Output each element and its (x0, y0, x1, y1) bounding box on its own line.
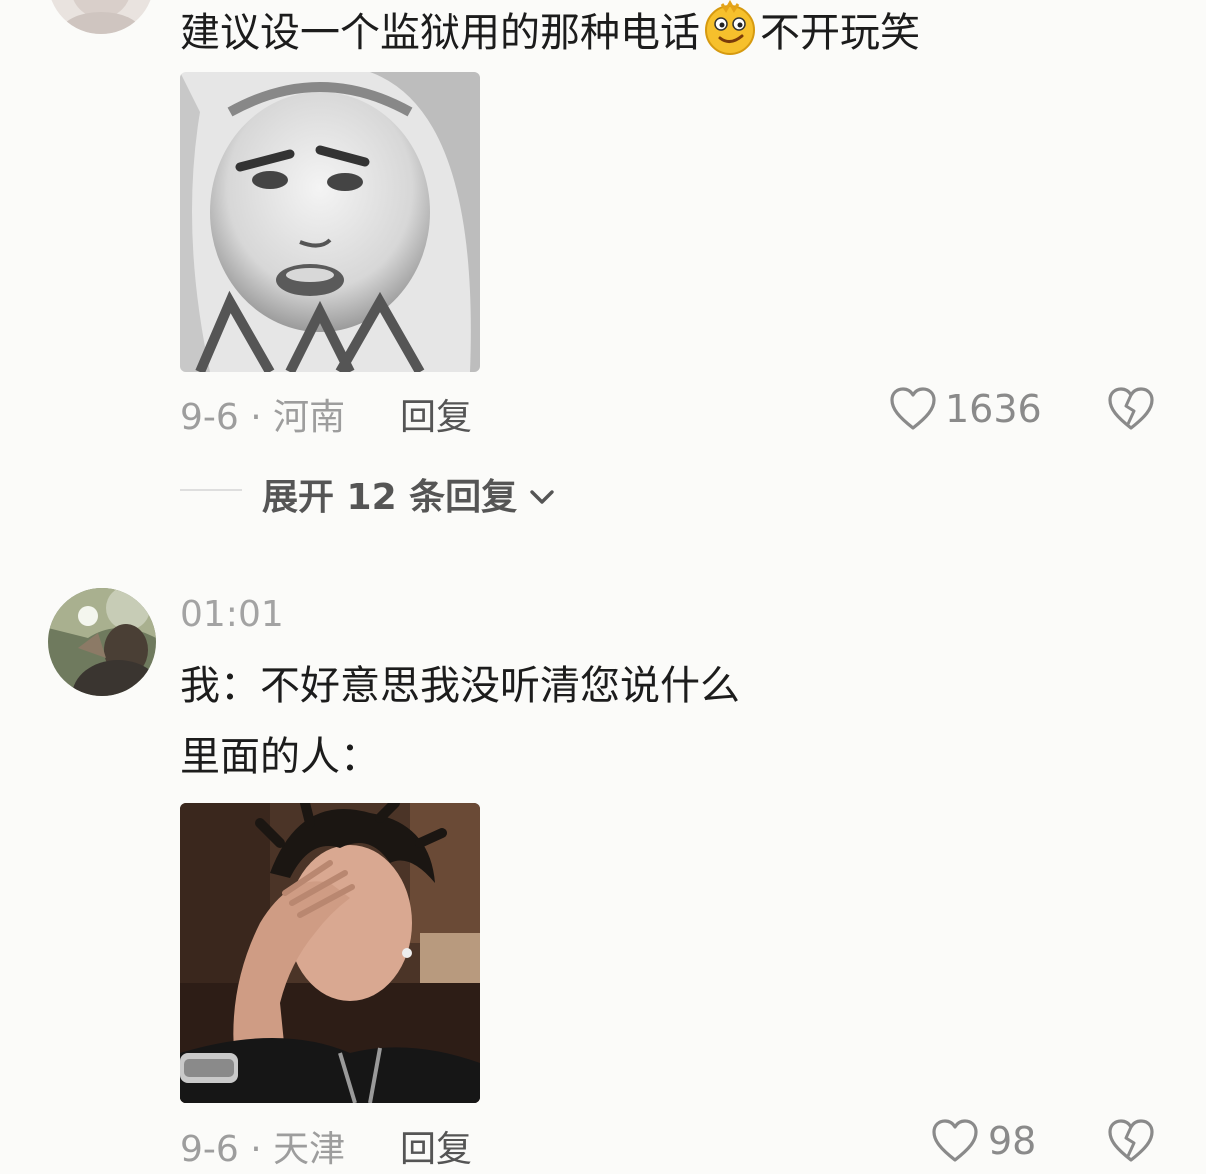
chevron-down-icon (529, 487, 555, 507)
smirk-emoji-icon (700, 0, 760, 56)
comment-text: 建议设一个监狱用的那种电话 不开玩笑 (180, 0, 920, 57)
avatar[interactable] (48, 0, 154, 34)
heart-icon[interactable] (889, 386, 937, 432)
reply-button[interactable]: 回复 (400, 1120, 472, 1172)
comment-meta: 9-6 · 天津 (180, 1129, 346, 1170)
avatar[interactable] (48, 588, 156, 696)
reply-button[interactable]: 回复 (400, 388, 472, 440)
sticker-image[interactable] (180, 72, 480, 372)
comment-meta: 9-6 · 河南 (180, 397, 346, 438)
like-count: 98 (988, 1119, 1037, 1163)
broken-heart-icon[interactable] (1107, 1118, 1155, 1164)
comment-timestamp: 01:01 (180, 594, 284, 635)
sticker-image[interactable] (180, 803, 480, 1103)
divider (180, 489, 242, 491)
comment-text-line-2: 里面的人： (180, 734, 380, 780)
broken-heart-icon[interactable] (1107, 386, 1155, 432)
heart-icon[interactable] (931, 1118, 979, 1164)
expand-replies-label: 展开 12 条回复 (262, 477, 518, 518)
expand-replies-button[interactable]: 展开 12 条回复 (262, 468, 555, 520)
like-count: 1636 (945, 387, 1042, 431)
comment-text-line-1: 我：不好意思我没听清您说什么 (180, 663, 740, 709)
